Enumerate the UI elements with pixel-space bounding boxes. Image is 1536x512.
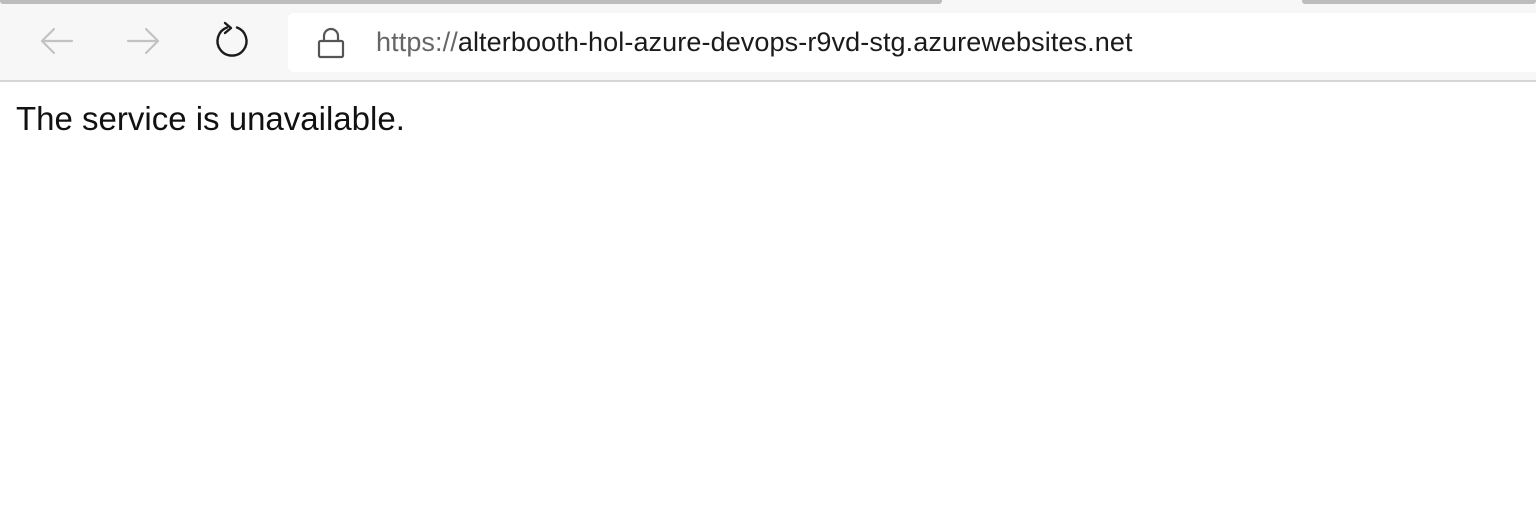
forward-button[interactable]	[120, 17, 168, 65]
url-text[interactable]: https://alterbooth-hol-azure-devops-r9vd…	[376, 13, 1133, 72]
tab-inactive[interactable]	[1302, 0, 1536, 4]
back-arrow-icon	[40, 27, 74, 55]
back-button[interactable]	[32, 17, 80, 65]
address-bar[interactable]: https://alterbooth-hol-azure-devops-r9vd…	[288, 13, 1536, 72]
browser-toolbar: https://alterbooth-hol-azure-devops-r9vd…	[0, 5, 1536, 82]
url-host: alterbooth-hol-azure-devops-r9vd-stg.azu…	[457, 27, 1133, 57]
lock-icon[interactable]	[316, 27, 346, 59]
browser-window: https://alterbooth-hol-azure-devops-r9vd…	[0, 0, 1536, 512]
url-scheme: https://	[376, 27, 458, 57]
page-message: The service is unavailable.	[16, 100, 405, 137]
forward-arrow-icon	[126, 27, 160, 55]
reload-icon	[216, 21, 248, 57]
reload-button[interactable]	[208, 17, 256, 65]
tab-active[interactable]	[0, 0, 942, 4]
